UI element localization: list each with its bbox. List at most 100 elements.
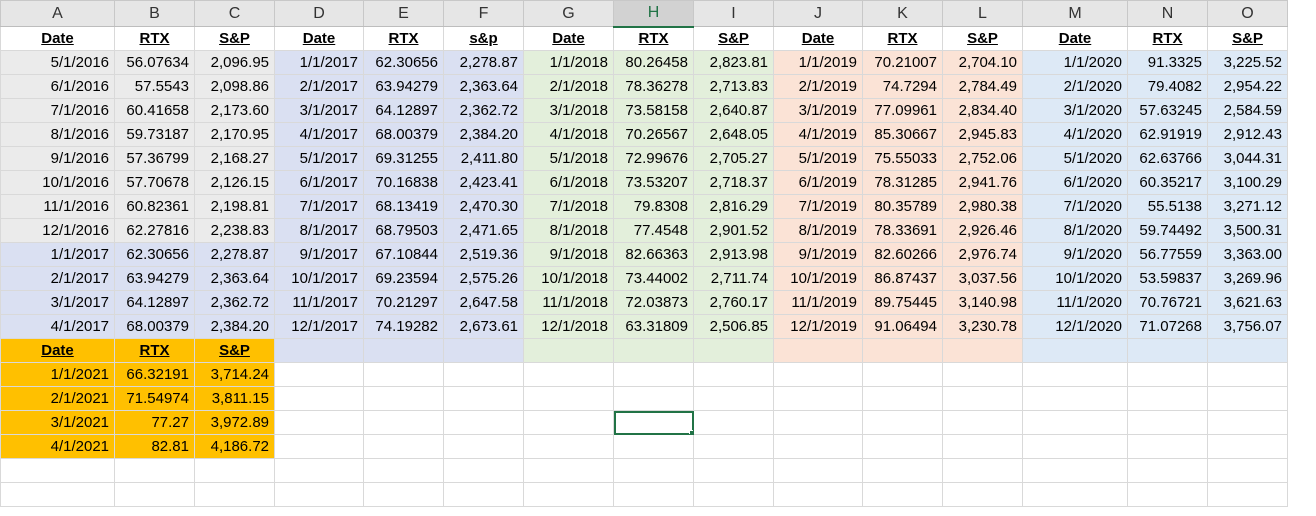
cell-k[interactable]: 82.60266: [862, 242, 943, 267]
cell-j[interactable]: 7/1/2019: [773, 194, 863, 219]
cell-j[interactable]: 1/1/2019: [773, 50, 863, 75]
header-cell-o[interactable]: S&P: [1207, 26, 1288, 51]
cell-l[interactable]: 2,926.46: [942, 218, 1023, 243]
cell-b[interactable]: 57.36799: [114, 146, 195, 171]
cell-d[interactable]: 5/1/2017: [274, 146, 364, 171]
header-cell-n[interactable]: RTX: [1127, 26, 1208, 51]
cell-g[interactable]: 10/1/2018: [523, 266, 614, 291]
cell-n[interactable]: 59.74492: [1127, 218, 1208, 243]
cell-h[interactable]: 72.03873: [613, 290, 694, 315]
cell-f[interactable]: [443, 410, 524, 435]
cell-o[interactable]: 3,044.31: [1207, 146, 1288, 171]
cell-j[interactable]: 6/1/2019: [773, 170, 863, 195]
cell-b[interactable]: 56.07634: [114, 50, 195, 75]
cell-h[interactable]: 73.44002: [613, 266, 694, 291]
cell-k[interactable]: 86.87437: [862, 266, 943, 291]
cell-a[interactable]: 10/1/2016: [0, 170, 115, 195]
cell-a[interactable]: 11/1/2016: [0, 194, 115, 219]
cell-c[interactable]: 2,168.27: [194, 146, 275, 171]
cell-g[interactable]: 12/1/2018: [523, 314, 614, 339]
column-header-n[interactable]: N: [1127, 0, 1208, 27]
cell-k[interactable]: 74.7294: [862, 74, 943, 99]
header-cell-j[interactable]: Date: [773, 26, 863, 51]
cell-n[interactable]: 56.77559: [1127, 242, 1208, 267]
cell-l[interactable]: [942, 482, 1023, 507]
cell-k[interactable]: 89.75445: [862, 290, 943, 315]
cell-k[interactable]: [862, 362, 943, 387]
cell-o[interactable]: [1207, 458, 1288, 483]
cell-h[interactable]: [613, 434, 694, 459]
cell-f[interactable]: [443, 386, 524, 411]
cell-c[interactable]: 3,811.15: [194, 386, 275, 411]
cell-a[interactable]: 1/1/2021: [0, 362, 115, 387]
cell-e[interactable]: 69.31255: [363, 146, 444, 171]
cell-i[interactable]: [693, 410, 774, 435]
cell-m[interactable]: 8/1/2020: [1022, 218, 1128, 243]
cell-m[interactable]: [1022, 434, 1128, 459]
cell-k[interactable]: [862, 482, 943, 507]
cell-l[interactable]: 2,976.74: [942, 242, 1023, 267]
column-header-c[interactable]: C: [194, 0, 275, 27]
header-cell-c[interactable]: S&P: [194, 26, 275, 51]
cell-d[interactable]: 12/1/2017: [274, 314, 364, 339]
cell-h[interactable]: 70.26567: [613, 122, 694, 147]
header-cell-a[interactable]: Date: [0, 26, 115, 51]
cell-c[interactable]: 2,238.83: [194, 218, 275, 243]
cell-e[interactable]: 69.23594: [363, 266, 444, 291]
cell-f[interactable]: 2,470.30: [443, 194, 524, 219]
cell-b[interactable]: 60.82361: [114, 194, 195, 219]
cell-e[interactable]: [363, 386, 444, 411]
cell-h[interactable]: 78.36278: [613, 74, 694, 99]
cell-a[interactable]: 4/1/2017: [0, 314, 115, 339]
cell-b[interactable]: 57.5543: [114, 74, 195, 99]
column-header-i[interactable]: I: [693, 0, 774, 27]
cell-g[interactable]: 5/1/2018: [523, 146, 614, 171]
cell-m[interactable]: 3/1/2020: [1022, 98, 1128, 123]
header-cell-b[interactable]: RTX: [114, 26, 195, 51]
cell-k[interactable]: 70.21007: [862, 50, 943, 75]
cell-h[interactable]: 77.4548: [613, 218, 694, 243]
cell-j[interactable]: [773, 458, 863, 483]
cell-l[interactable]: 2,941.76: [942, 170, 1023, 195]
header-cell-c[interactable]: S&P: [194, 338, 275, 363]
cell-i[interactable]: [693, 386, 774, 411]
cell-m[interactable]: 2/1/2020: [1022, 74, 1128, 99]
cell-o[interactable]: 3,756.07: [1207, 314, 1288, 339]
header-cell-e[interactable]: RTX: [363, 26, 444, 51]
cell-l[interactable]: [942, 458, 1023, 483]
cell-g[interactable]: 4/1/2018: [523, 122, 614, 147]
cell-c[interactable]: 2,384.20: [194, 314, 275, 339]
cell-h[interactable]: 79.8308: [613, 194, 694, 219]
column-header-m[interactable]: M: [1022, 0, 1128, 27]
header-cell-k[interactable]: RTX: [862, 26, 943, 51]
cell-i[interactable]: 2,816.29: [693, 194, 774, 219]
cell-b[interactable]: 63.94279: [114, 266, 195, 291]
cell-j[interactable]: [773, 482, 863, 507]
header-cell-g[interactable]: Date: [523, 26, 614, 51]
cell-m[interactable]: [1022, 386, 1128, 411]
cell-n[interactable]: [1127, 338, 1208, 363]
cell-e[interactable]: 63.94279: [363, 74, 444, 99]
cell-b[interactable]: 77.27: [114, 410, 195, 435]
cell-o[interactable]: [1207, 410, 1288, 435]
cell-l[interactable]: 3,140.98: [942, 290, 1023, 315]
cell-b[interactable]: 66.32191: [114, 362, 195, 387]
cell-k[interactable]: [862, 434, 943, 459]
cell-c[interactable]: 3,714.24: [194, 362, 275, 387]
cell-b[interactable]: 59.73187: [114, 122, 195, 147]
cell-c[interactable]: [194, 482, 275, 507]
cell-f[interactable]: [443, 482, 524, 507]
header-cell-b[interactable]: RTX: [114, 338, 195, 363]
cell-e[interactable]: 62.30656: [363, 50, 444, 75]
cell-e[interactable]: [363, 362, 444, 387]
cell-n[interactable]: 62.91919: [1127, 122, 1208, 147]
column-header-d[interactable]: D: [274, 0, 364, 27]
cell-k[interactable]: 91.06494: [862, 314, 943, 339]
cell-o[interactable]: 2,912.43: [1207, 122, 1288, 147]
cell-f[interactable]: 2,278.87: [443, 50, 524, 75]
cell-e[interactable]: [363, 482, 444, 507]
cell-n[interactable]: [1127, 434, 1208, 459]
cell-d[interactable]: 3/1/2017: [274, 98, 364, 123]
cell-m[interactable]: 12/1/2020: [1022, 314, 1128, 339]
cell-g[interactable]: [523, 362, 614, 387]
